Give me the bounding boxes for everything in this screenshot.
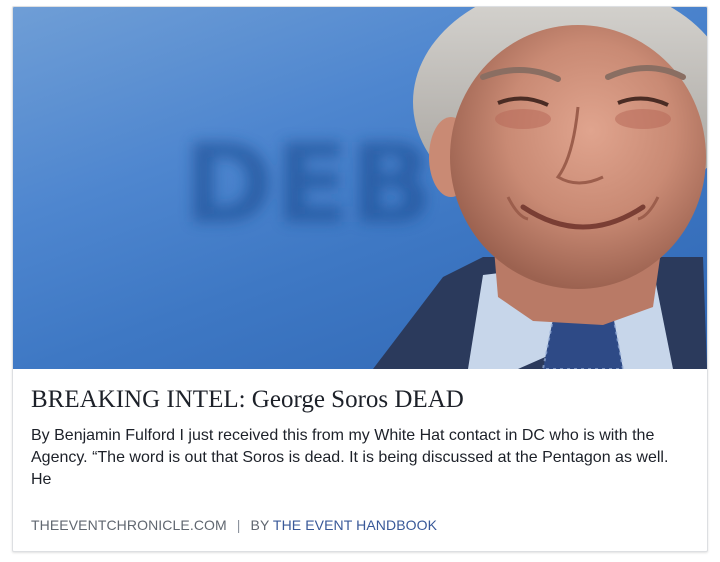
article-description: By Benjamin Fulford I just received this… bbox=[31, 427, 669, 488]
meta-separator: | bbox=[236, 517, 241, 533]
byline-prefix: BY bbox=[250, 517, 270, 533]
portrait-illustration: DEB bbox=[183, 7, 707, 369]
byline-author-link[interactable]: THE EVENT HANDBOOK bbox=[273, 517, 437, 533]
article-image[interactable]: DEB bbox=[13, 7, 707, 369]
link-preview-card[interactable]: DEB BREAKING INTEL: George Soros DEAD By… bbox=[12, 6, 708, 552]
article-headline[interactable]: BREAKING INTEL: George Soros DEAD bbox=[31, 385, 689, 415]
source-domain: THEEVENTCHRONICLE.COM bbox=[31, 517, 227, 533]
article-meta: THEEVENTCHRONICLE.COM | BY THE EVENT HAN… bbox=[31, 517, 689, 533]
blurred-backdrop-text: DEB bbox=[183, 120, 433, 248]
